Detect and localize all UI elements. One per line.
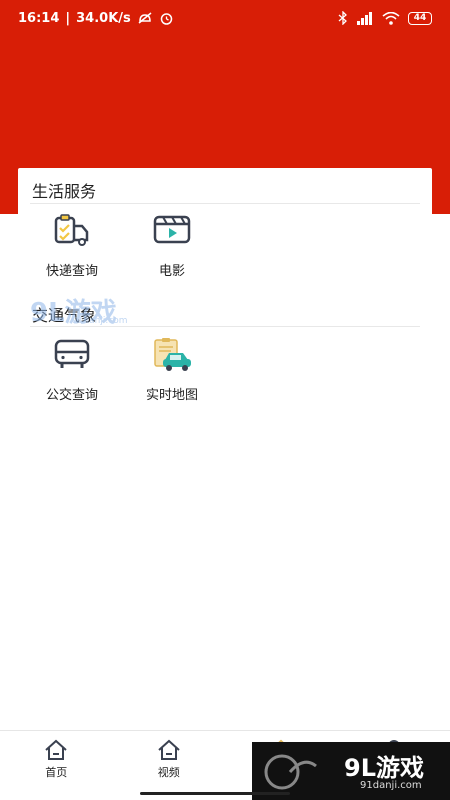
status-speed: 34.0K/s: [76, 10, 131, 26]
status-separator: |: [65, 10, 71, 26]
signal-icon: [357, 11, 372, 25]
status-time: 16:14: [18, 10, 60, 26]
service-label: 快递查询: [45, 264, 98, 279]
section-title-transport-weather: 交通气象: [32, 306, 97, 325]
service-item-bus[interactable]: 公交查询: [22, 338, 122, 403]
service-label: 电影: [158, 264, 185, 279]
services-card: 生活服务 快递查询 电影 交通气象 公交查询 实时地图: [18, 168, 432, 728]
profile-icon: [383, 740, 404, 761]
notification-muted-icon: [138, 12, 152, 24]
status-right: 44: [338, 11, 432, 25]
service-item-realtime-map[interactable]: 实时地图: [122, 338, 222, 403]
home-icon: [270, 739, 292, 760]
home-indicator-bar: [140, 792, 290, 795]
home-icon: [158, 739, 180, 760]
nav-label-home: 首页: [45, 766, 68, 779]
wifi-icon: [382, 11, 400, 25]
movie-clapper-icon: [153, 215, 191, 244]
status-bar: 16:14 | 34.0K/s 44: [0, 0, 450, 36]
nav-item-video[interactable]: 视频: [113, 731, 226, 786]
alarm-icon: [160, 12, 173, 25]
car-map-icon: [154, 338, 191, 371]
service-item-express[interactable]: 快递查询: [22, 214, 122, 279]
nav-item-profile[interactable]: [338, 731, 450, 786]
bottom-navigation: 首页 视频: [0, 730, 450, 786]
nav-item-home[interactable]: 首页: [0, 731, 113, 786]
service-label: 公交查询: [45, 388, 98, 403]
service-label: 实时地图: [145, 388, 198, 403]
section-divider: [30, 203, 420, 204]
status-left: 16:14 | 34.0K/s: [18, 11, 174, 26]
bluetooth-icon: [338, 11, 347, 25]
express-delivery-icon: [54, 214, 89, 246]
service-item-movie[interactable]: 电影: [122, 214, 222, 279]
nav-item-third[interactable]: [225, 731, 338, 786]
bus-icon: [54, 339, 90, 368]
battery-indicator: 44: [408, 11, 432, 25]
home-icon: [45, 739, 67, 760]
nav-label-video: 视频: [157, 766, 180, 779]
section-divider: [30, 326, 420, 327]
section-title-life-services: 生活服务: [32, 182, 97, 201]
